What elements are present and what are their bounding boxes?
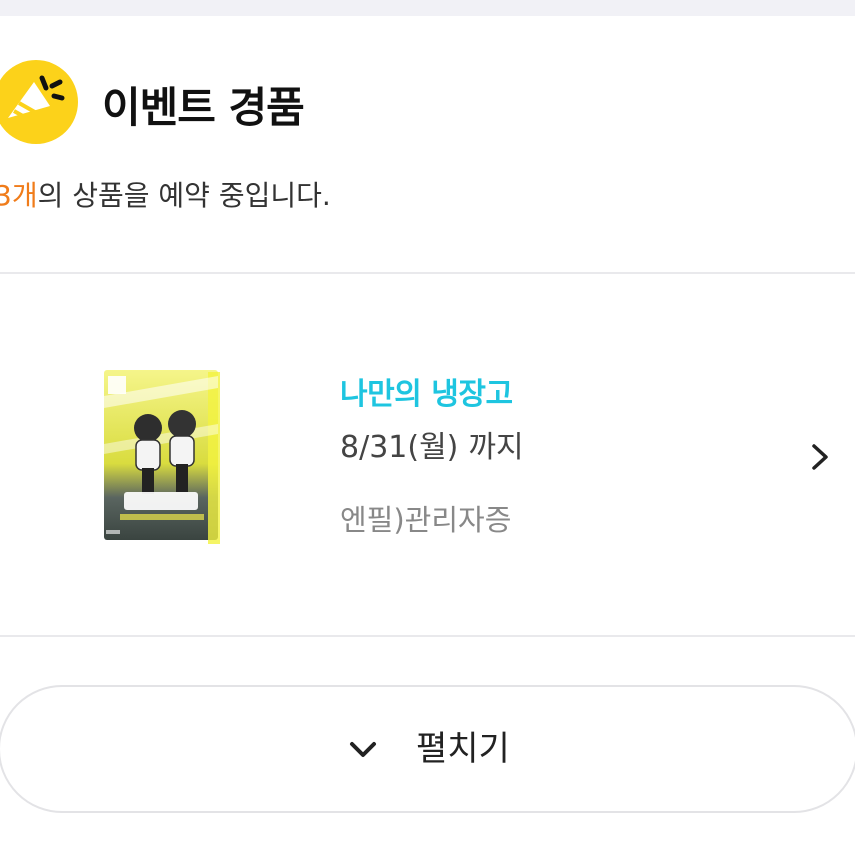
top-separator-strip: [0, 0, 855, 16]
chevron-down-icon: [346, 739, 380, 761]
section-title: 이벤트 경품: [102, 83, 305, 132]
deadline-suffix: 까지: [468, 430, 524, 465]
product-thumbnail: [100, 366, 226, 546]
product-list-item[interactable]: 나만의 냉장고 8/31(월) 까지 엔필)관리자증: [0, 274, 855, 635]
divider: [0, 635, 855, 637]
chevron-right-icon[interactable]: [806, 440, 834, 474]
deadline-date: 8/31(월): [340, 430, 459, 465]
reservation-summary: 3개의 상품을 예약 중입니다.: [0, 174, 331, 218]
party-popper-icon: [0, 60, 78, 144]
reservation-page: 이벤트 경품 3개의 상품을 예약 중입니다. 나만의 냉장고 8/31(월) …: [0, 0, 855, 855]
product-tag: 엔필)관리자증: [340, 503, 512, 537]
expand-label: 펼치기: [416, 729, 510, 769]
product-deadline: 8/31(월) 까지: [340, 426, 524, 470]
reservation-summary-text: 의 상품을 예약 중입니다.: [37, 179, 331, 212]
expand-button[interactable]: 펼치기: [0, 685, 855, 813]
product-name: 나만의 냉장고: [340, 377, 513, 412]
reservation-count: 3개: [0, 179, 38, 212]
